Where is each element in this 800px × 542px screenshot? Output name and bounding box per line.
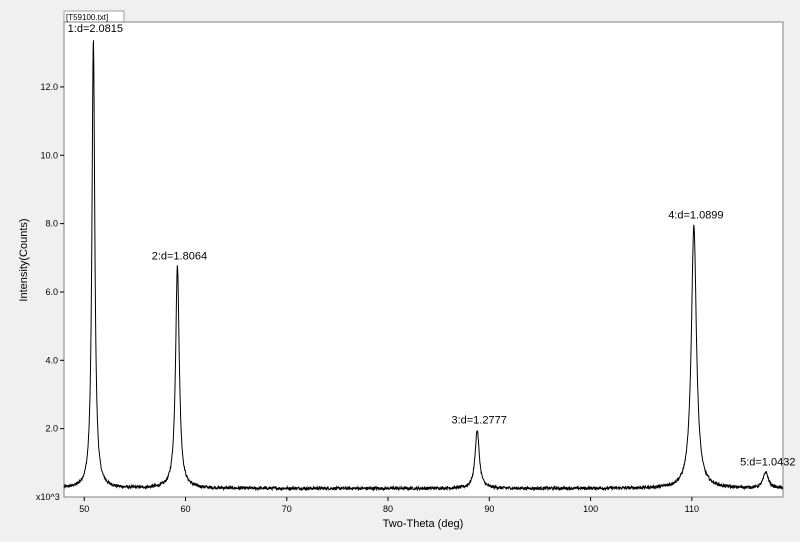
y-multiplier-label: x10^3 [36,492,60,502]
x-tick-label: 110 [685,504,699,514]
x-tick-label: 60 [181,504,191,514]
x-tick-label: 50 [79,504,89,514]
xrd-chart: [T59100.txt] 2.0 4.0 6.0 8.0 10.0 12.0 50 60 70… [18,10,795,530]
y-tick-label: 12.0 [40,82,58,92]
file-tab-label: [T59100.txt] [66,13,108,22]
x-tick-label: 70 [282,504,292,514]
y-axis: 2.0 4.0 6.0 8.0 10.0 12.0 [40,82,64,434]
y-tick-label: 6.0 [45,287,58,297]
y-tick-label: 2.0 [45,424,58,434]
x-tick-label: 90 [484,504,494,514]
x-tick-label: 80 [383,504,393,514]
y-tick-label: 10.0 [40,150,58,160]
x-axis: 50 60 70 80 90 100 110 [79,497,699,514]
x-tick-label: 100 [583,504,598,514]
peak-label: 4:d=1.0899 [668,209,723,221]
y-tick-label: 8.0 [45,219,58,229]
y-axis-title: Intensity(Counts) [18,218,30,301]
x-axis-title: Two-Theta (deg) [383,518,464,530]
peak-label: 3:d=1.2777 [451,414,506,426]
peak-label: 1:d=2.0815 [68,23,123,35]
y-tick-label: 4.0 [45,355,58,365]
peak-label: 2:d=1.8064 [152,250,207,262]
peak-label: 5:d=1.0432 [740,456,795,468]
